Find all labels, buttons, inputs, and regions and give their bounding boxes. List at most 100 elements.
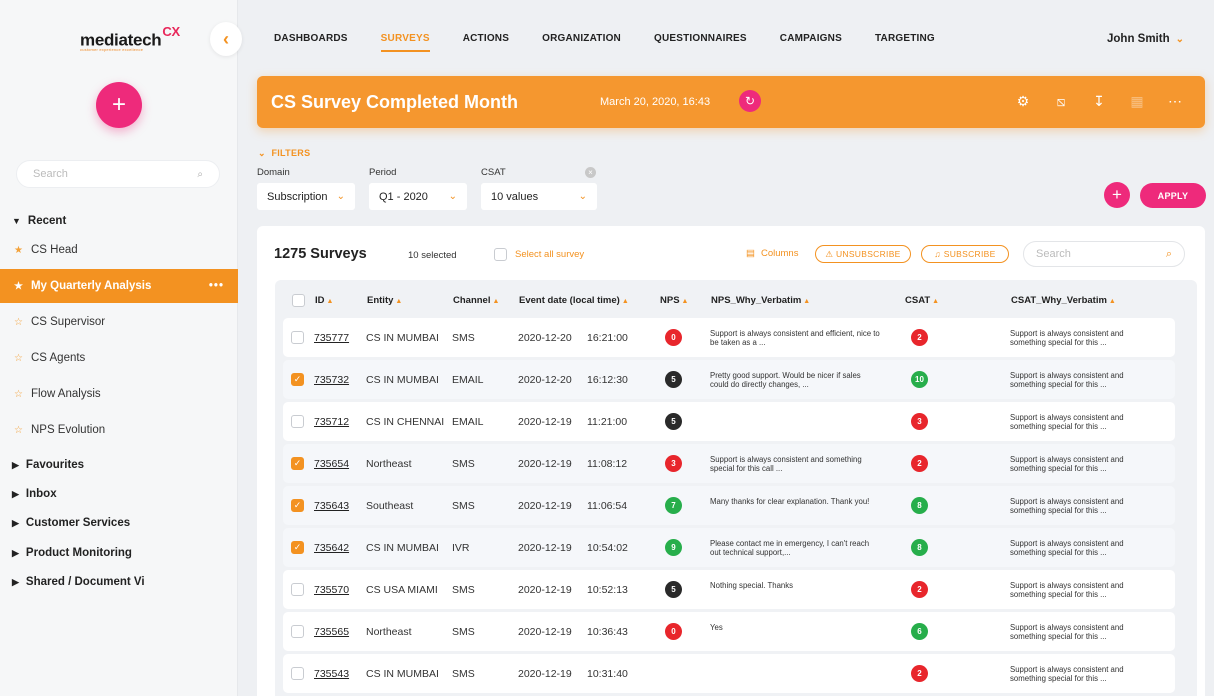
row-checkbox[interactable] [291,583,304,596]
header-checkbox[interactable] [292,294,305,307]
survey-id-link[interactable]: 735732 [314,374,349,386]
nav-tab[interactable]: DASHBOARDS [274,33,348,52]
unsubscribe-button[interactable]: ⚠ UNSUBSCRIBE [815,245,911,263]
table-row[interactable]: ✓ 735642 CS IN MUMBAI IVR 2020-12-19 10:54:02… [283,528,1175,567]
csat-badge: 2 [911,581,928,598]
survey-id-link[interactable]: 735543 [314,668,349,680]
table-row[interactable]: 735712 CS IN CHENNAI EMAIL 2020-12-19 11:21:… [283,402,1175,441]
filters-label: FILTERS [271,148,311,158]
table-row[interactable]: 735565 Northeast SMS 2020-12-19 10:36:43 0 Yes… [283,612,1175,651]
channel-cell: SMS [452,500,475,512]
col-channel[interactable]: Channel ▲ [453,295,499,306]
survey-id-link[interactable]: 735643 [314,500,349,512]
star-icon[interactable]: ☆ [14,353,23,364]
refresh-button[interactable]: ↻ [739,90,761,112]
create-button[interactable]: + [96,82,142,128]
row-checkbox[interactable]: ✓ [291,499,304,512]
sidebar-search-input[interactable]: Search ⌕ [16,160,220,188]
col-nps-verbatim[interactable]: NPS_Why_Verbatim ▲ [711,295,810,306]
table-search-input[interactable]: Search ⌕ [1023,241,1185,267]
table-row[interactable]: 735777 CS IN MUMBAI SMS 2020-12-20 16:21:00 0… [283,318,1175,357]
sidebar-item-label: Flow Analysis [30,388,101,400]
survey-id-link[interactable]: 735565 [314,626,349,638]
date-cell: 2020-12-19 [518,542,572,554]
star-icon[interactable]: ★ [14,245,23,256]
sidebar-item[interactable]: ☆ NPS Evolution [0,413,238,447]
entity-cell: Southeast [366,500,414,512]
col-csat[interactable]: CSAT ▲ [905,295,939,306]
sort-icon: ▲ [621,298,629,305]
col-id[interactable]: ID ▲ [315,295,333,306]
user-menu[interactable]: John Smith ⌄ [1107,33,1184,45]
survey-id-link[interactable]: 735570 [314,584,349,596]
col-event-date[interactable]: Event date (local time) ▲ [519,295,629,306]
nav-tab[interactable]: ACTIONS [463,33,509,52]
row-checkbox[interactable]: ✓ [291,541,304,554]
star-icon[interactable]: ☆ [14,389,23,400]
sidebar-section-recent[interactable]: ▼ Recent [12,215,66,227]
survey-id-link[interactable]: 735642 [314,542,349,554]
csat-filter-select[interactable]: 10 values ⌄ [481,183,597,210]
table-row[interactable]: ✓ 735654 Northeast SMS 2020-12-19 11:08:12 3 Su… [283,444,1175,483]
filters-toggle[interactable]: ⌄ FILTERS [258,148,310,159]
collapse-sidebar-button[interactable]: ‹ [210,22,242,56]
survey-id-link[interactable]: 735712 [314,416,349,428]
period-filter-select[interactable]: Q1 - 2020 ⌄ [369,183,467,210]
row-checkbox[interactable] [291,625,304,638]
sidebar-section[interactable]: ▶ Inbox [12,488,57,500]
calendar-icon[interactable]: ▦ [1127,93,1147,110]
col-csat-verbatim[interactable]: CSAT_Why_Verbatim ▲ [1011,295,1116,306]
nav-tab[interactable]: QUESTIONNAIRES [654,33,747,52]
main-nav: DASHBOARDS SURVEYS ACTIONS ORGANIZATION QUES… [274,33,968,52]
more-icon[interactable]: ⋯ [1165,93,1185,110]
share-icon[interactable]: ⧅ [1051,93,1071,110]
sidebar-item[interactable]: ☆ CS Supervisor [0,305,238,339]
sidebar-section[interactable]: ▶ Product Monitoring [12,547,132,559]
star-icon[interactable]: ☆ [14,317,23,328]
clear-csat-filter-icon[interactable]: × [585,167,596,178]
col-nps[interactable]: NPS ▲ [660,295,688,306]
row-checkbox[interactable]: ✓ [291,457,304,470]
csat-filter-label: CSAT [481,167,506,178]
row-checkbox[interactable] [291,331,304,344]
select-all-checkbox[interactable]: Select all survey [494,248,584,261]
domain-filter-select[interactable]: Subscription ⌄ [257,183,355,210]
channel-cell: EMAIL [452,416,484,428]
sidebar-item[interactable]: ☆ Flow Analysis [0,377,238,411]
sidebar-item[interactable]: ★ My Quarterly Analysis ••• [0,269,238,303]
checkbox[interactable] [494,248,507,261]
nav-tab[interactable]: SURVEYS [380,33,430,52]
table-row[interactable]: 735543 CS IN MUMBAI SMS 2020-12-19 10:31:40 2… [283,654,1175,693]
nav-tab[interactable]: CAMPAIGNS [780,33,842,52]
columns-button[interactable]: ▤ Columns [746,248,798,259]
row-checkbox[interactable]: ✓ [291,373,304,386]
nav-tab[interactable]: TARGETING [875,33,935,52]
sidebar-item[interactable]: ★ CS Head [0,233,238,267]
csat-badge: 10 [911,371,928,388]
sidebar-item[interactable]: ☆ CS Agents [0,341,238,375]
survey-id-link[interactable]: 735654 [314,458,349,470]
star-icon[interactable]: ★ [14,281,23,292]
caret-right-icon: ▶ [12,488,19,499]
csat-verbatim-cell: Support is always consistent and somethi… [1010,371,1124,389]
gear-icon[interactable]: ⚙ [1013,93,1033,110]
sidebar-section[interactable]: ▶ Favourites [12,459,84,471]
download-icon[interactable]: ↧ [1089,93,1109,110]
survey-count: 1275 Surveys [274,246,367,262]
nav-tab[interactable]: ORGANIZATION [542,33,621,52]
col-entity[interactable]: Entity ▲ [367,295,402,306]
sidebar-section[interactable]: ▶ Shared / Document Vi [12,576,145,588]
table-row[interactable]: ✓ 735732 CS IN MUMBAI EMAIL 2020-12-20 16:12:… [283,360,1175,399]
sidebar-section[interactable]: ▶ Customer Services [12,517,130,529]
add-filter-button[interactable]: + [1104,182,1130,208]
more-icon[interactable]: ••• [209,280,224,292]
subscribe-button[interactable]: ♫ SUBSCRIBE [921,245,1009,263]
row-checkbox[interactable] [291,667,304,680]
survey-id-link[interactable]: 735777 [314,332,349,344]
nps-badge: 5 [665,371,682,388]
apply-button[interactable]: APPLY [1140,183,1206,208]
table-row[interactable]: ✓ 735643 Southeast SMS 2020-12-19 11:06:54 7 Ma… [283,486,1175,525]
table-row[interactable]: 735570 CS USA MIAMI SMS 2020-12-19 10:52:13 5… [283,570,1175,609]
row-checkbox[interactable] [291,415,304,428]
star-icon[interactable]: ☆ [14,425,23,436]
